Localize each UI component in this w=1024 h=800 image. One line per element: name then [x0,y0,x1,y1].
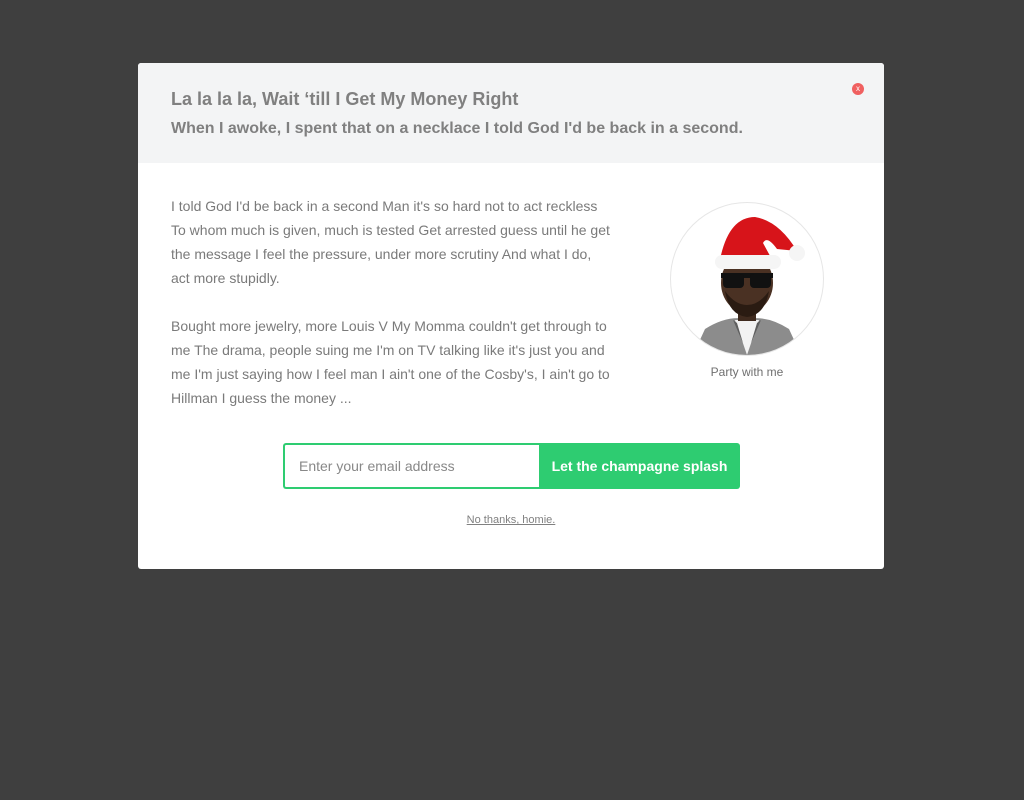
decline-link[interactable]: No thanks, homie. [138,514,884,526]
body-paragraph: Bought more jewelry, more Louis V My Mom… [171,318,610,406]
signup-modal: La la la la, Wait ‘till I Get My Money R… [138,63,884,569]
body-text: I told God I'd be back in a second Man i… [171,194,611,434]
avatar-image [693,217,805,355]
modal-subtitle: When I awoke, I spent that on a necklace… [171,120,743,137]
close-button[interactable]: x [852,83,864,95]
body-paragraph: I told God I'd be back in a second Man i… [171,198,610,286]
submit-button[interactable]: Let the champagne splash [539,443,740,489]
avatar [670,202,824,356]
avatar-caption: Party with me [710,365,784,379]
modal-header: La la la la, Wait ‘till I Get My Money R… [138,63,884,163]
close-icon: x [856,84,860,93]
modal-title: La la la la, Wait ‘till I Get My Money R… [171,89,519,109]
signup-form: Let the champagne splash [283,443,740,489]
email-input[interactable] [283,443,539,489]
